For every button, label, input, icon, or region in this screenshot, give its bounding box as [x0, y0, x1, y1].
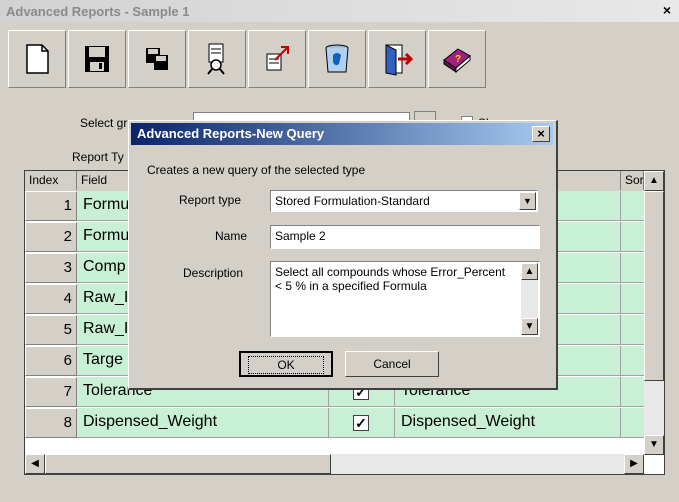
exit-button[interactable]	[368, 30, 426, 88]
description-textarea[interactable]: Select all compounds whose Error_Percent…	[270, 261, 540, 337]
export-button[interactable]	[248, 30, 306, 88]
row-include-cell[interactable]: ✓	[329, 408, 395, 438]
name-value: Sample 2	[275, 229, 326, 243]
run-report-button[interactable]	[188, 30, 246, 88]
select-group-label: Select gr	[80, 116, 128, 130]
header-index[interactable]: Index	[25, 171, 77, 190]
row-description-cell[interactable]: Dispensed_Weight	[395, 408, 621, 438]
row-sort-cell[interactable]	[621, 253, 644, 283]
row-sort-cell[interactable]	[621, 346, 644, 376]
scroll-left-button[interactable]: ◀	[25, 454, 45, 474]
description-scroll-down[interactable]: ▼	[521, 318, 538, 335]
title-bar: Advanced Reports - Sample 1 ×	[0, 0, 679, 22]
report-type-select[interactable]: Stored Formulation-Standard ▼	[270, 190, 538, 212]
window-close-button[interactable]: ×	[659, 2, 675, 18]
svg-text:?: ?	[455, 54, 461, 65]
cancel-button-label: Cancel	[373, 357, 411, 371]
row-index-cell[interactable]: 8	[25, 408, 77, 438]
scroll-down-button[interactable]: ▼	[644, 435, 664, 455]
row-index-cell[interactable]: 7	[25, 377, 77, 407]
save-button[interactable]	[68, 30, 126, 88]
ok-button-label: OK	[248, 356, 324, 374]
save-disk-icon	[85, 46, 109, 72]
cancel-button[interactable]: Cancel	[345, 351, 439, 377]
export-icon	[266, 46, 289, 71]
row-sort-cell[interactable]	[621, 222, 644, 252]
row-sort-cell[interactable]	[621, 377, 644, 407]
row-sort-cell[interactable]	[621, 284, 644, 314]
scroll-right-button[interactable]: ▶	[624, 454, 644, 474]
run-report-icon	[207, 43, 225, 75]
dialog-close-button[interactable]: ×	[532, 126, 550, 142]
row-index-cell[interactable]: 3	[25, 253, 77, 283]
name-field-label: Name	[215, 229, 248, 243]
exit-door-icon	[385, 44, 414, 76]
help-book-icon: ?	[443, 48, 471, 74]
new-query-dialog: Advanced Reports-New Query × Creates a n…	[128, 120, 558, 390]
row-index-cell[interactable]: 5	[25, 315, 77, 345]
toolbar: ?	[8, 30, 488, 90]
name-input[interactable]: Sample 2	[270, 225, 540, 249]
delete-bin-icon	[325, 44, 349, 73]
delete-button[interactable]	[308, 30, 366, 88]
row-sort-cell[interactable]	[621, 315, 644, 345]
table-row[interactable]: 8 Dispensed_Weight ✓ Dispensed_Weight	[25, 408, 644, 439]
header-sort[interactable]: Sor	[621, 171, 644, 190]
report-type-value: Stored Formulation-Standard	[275, 194, 430, 208]
row-sort-cell[interactable]	[621, 408, 644, 438]
description-scrollbar[interactable]: ▲ ▼	[521, 263, 538, 335]
dialog-title: Advanced Reports-New Query	[137, 126, 325, 141]
window-title: Advanced Reports - Sample 1	[6, 4, 190, 19]
report-type-field-label: Report type	[179, 193, 242, 207]
horizontal-scrollbar[interactable]: ◀ ▶	[25, 454, 644, 474]
row-sort-cell[interactable]	[621, 191, 644, 221]
description-field-label: Description	[183, 266, 244, 280]
chevron-down-icon[interactable]: ▼	[519, 192, 536, 210]
description-scroll-up[interactable]: ▲	[521, 263, 538, 280]
dialog-caption: Creates a new query of the selected type	[147, 163, 366, 177]
main-window: Advanced Reports - Sample 1 × ? Select g…	[0, 0, 679, 502]
row-index-cell[interactable]: 1	[25, 191, 77, 221]
row-index-cell[interactable]: 2	[25, 222, 77, 252]
row-index-cell[interactable]: 4	[25, 284, 77, 314]
save-as-button[interactable]	[128, 30, 186, 88]
save-copy-icon	[146, 48, 168, 70]
description-value: Select all compounds whose Error_Percent…	[275, 265, 506, 293]
report-type-label: Report Ty	[72, 150, 124, 164]
vertical-scroll-thumb[interactable]	[644, 191, 664, 381]
row-include-checkbox[interactable]: ✓	[353, 415, 369, 431]
scroll-up-button[interactable]: ▲	[644, 171, 664, 191]
horizontal-scroll-thumb[interactable]	[45, 454, 331, 474]
help-button[interactable]: ?	[428, 30, 486, 88]
row-index-cell[interactable]: 6	[25, 346, 77, 376]
ok-button[interactable]: OK	[239, 351, 333, 377]
vertical-scrollbar[interactable]: ▲ ▼	[644, 171, 664, 455]
new-document-icon	[26, 44, 49, 74]
row-field-cell[interactable]: Dispensed_Weight	[77, 408, 329, 438]
new-query-button[interactable]	[8, 30, 66, 88]
dialog-title-bar: Advanced Reports-New Query ×	[131, 123, 553, 145]
